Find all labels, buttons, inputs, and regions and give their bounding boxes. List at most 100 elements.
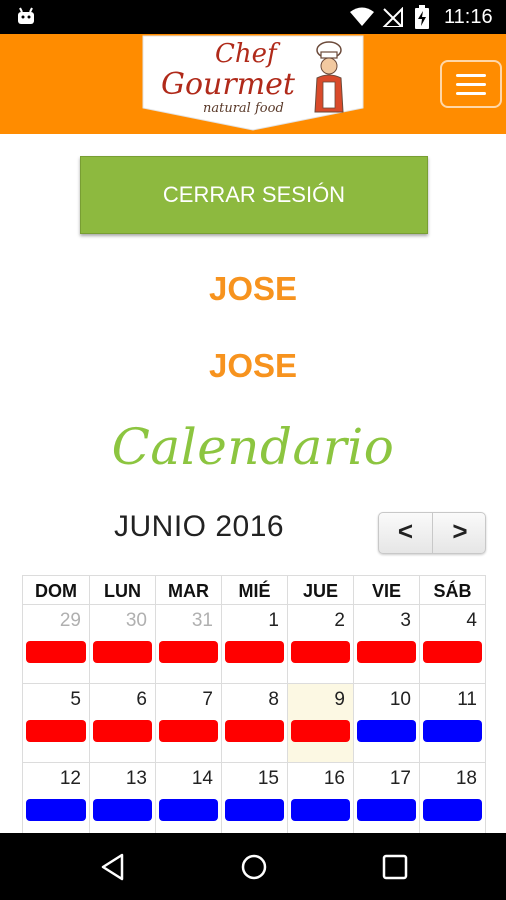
day-cell[interactable]: 2 [287, 605, 353, 684]
event-bar[interactable] [225, 641, 284, 663]
event-bar[interactable] [26, 799, 86, 821]
weekday-label: MAR [155, 575, 221, 605]
calendar-weekday-header: DOM LUN MAR MIÉ JUE VIE SÁB [22, 575, 486, 605]
event-bar[interactable] [225, 720, 284, 742]
event-bar[interactable] [225, 799, 284, 821]
user-name-secondary: JOSE [208, 347, 298, 384]
day-cell[interactable]: 29 [22, 605, 89, 684]
weekday-label: JUE [287, 575, 353, 605]
weekday-label: MIÉ [221, 575, 287, 605]
battery-charging-icon [415, 5, 429, 29]
day-number: 13 [125, 768, 147, 789]
day-number: 17 [389, 768, 411, 789]
event-bar[interactable] [291, 799, 350, 821]
event-bar[interactable] [357, 641, 416, 663]
calendar-week-row: 5 6 7 8 9 10 11 [22, 684, 486, 763]
user-name-primary: JOSE [208, 270, 298, 307]
day-number: 3 [400, 610, 411, 631]
home-icon[interactable] [240, 853, 268, 881]
status-bar: 11:16 [0, 0, 506, 34]
day-number: 2 [334, 610, 345, 631]
back-icon[interactable] [100, 853, 126, 881]
calendar-grid: DOM LUN MAR MIÉ JUE VIE SÁB 29 30 31 1 2… [22, 575, 486, 833]
status-clock: 11:16 [444, 6, 493, 28]
day-cell[interactable]: 30 [89, 605, 155, 684]
day-cell-today[interactable]: 9 [287, 684, 353, 763]
system-navigation-bar [0, 833, 506, 900]
day-cell[interactable]: 17 [353, 763, 419, 833]
day-number: 1 [268, 610, 279, 631]
logo-text-gourmet: Gourmet [161, 67, 296, 102]
chef-gourmet-logo[interactable]: Chef Gourmet natural food [139, 34, 367, 132]
android-icon [18, 7, 34, 24]
day-number: 18 [455, 768, 477, 789]
day-number: 5 [70, 689, 81, 710]
event-bar[interactable] [291, 641, 350, 663]
day-cell[interactable]: 16 [287, 763, 353, 833]
recents-icon[interactable] [382, 854, 408, 880]
event-bar[interactable] [357, 799, 416, 821]
calendar-title: Calendario [111, 418, 395, 476]
logout-button[interactable]: CERRAR SESIÓN [80, 156, 428, 234]
logo-text-natural-food: natural food [203, 101, 284, 116]
day-cell[interactable]: 8 [221, 684, 287, 763]
day-cell[interactable]: 18 [419, 763, 486, 833]
hamburger-menu-button[interactable] [440, 60, 502, 108]
weekday-label: LUN [89, 575, 155, 605]
event-bar[interactable] [93, 720, 152, 742]
day-cell[interactable]: 13 [89, 763, 155, 833]
next-month-button[interactable]: > [433, 513, 485, 553]
day-number: 9 [334, 689, 345, 710]
day-number: 7 [202, 689, 213, 710]
day-number: 10 [389, 689, 411, 710]
day-cell[interactable]: 6 [89, 684, 155, 763]
wifi-icon [350, 7, 374, 26]
day-number: 6 [136, 689, 147, 710]
event-bar[interactable] [423, 720, 482, 742]
event-bar[interactable] [423, 799, 482, 821]
event-bar[interactable] [93, 799, 152, 821]
day-number: 4 [466, 610, 477, 631]
day-cell[interactable]: 5 [22, 684, 89, 763]
signal-off-icon [382, 7, 403, 27]
logo-text-chef: Chef [215, 39, 281, 69]
weekday-label: DOM [22, 575, 89, 605]
day-number: 15 [257, 768, 279, 789]
day-number: 29 [59, 610, 81, 631]
day-cell[interactable]: 14 [155, 763, 221, 833]
event-bar[interactable] [26, 641, 86, 663]
day-cell[interactable]: 10 [353, 684, 419, 763]
day-cell[interactable]: 3 [353, 605, 419, 684]
day-number: 16 [323, 768, 345, 789]
day-cell[interactable]: 1 [221, 605, 287, 684]
day-number: 12 [59, 768, 81, 789]
calendar-week-row: 12 13 14 15 16 17 18 [22, 763, 486, 833]
calendar-week-row: 29 30 31 1 2 3 4 [22, 605, 486, 684]
day-cell[interactable]: 7 [155, 684, 221, 763]
prev-month-button[interactable]: < [379, 513, 433, 553]
day-number: 30 [125, 610, 147, 631]
day-cell[interactable]: 31 [155, 605, 221, 684]
day-cell[interactable]: 11 [419, 684, 486, 763]
chef-figure-icon [314, 41, 344, 113]
menu-icon-bar [456, 83, 486, 86]
menu-icon-bar [456, 74, 486, 77]
day-cell[interactable]: 12 [22, 763, 89, 833]
event-bar[interactable] [159, 720, 218, 742]
calendar-month-label: JUNIO 2016 [114, 510, 285, 543]
day-cell[interactable]: 4 [419, 605, 486, 684]
day-number: 11 [457, 689, 477, 710]
day-number: 8 [268, 689, 279, 710]
weekday-label: SÁB [419, 575, 486, 605]
event-bar[interactable] [159, 641, 218, 663]
event-bar[interactable] [357, 720, 416, 742]
event-bar[interactable] [93, 641, 152, 663]
event-bar[interactable] [291, 720, 350, 742]
day-number: 31 [191, 610, 213, 631]
event-bar[interactable] [26, 720, 86, 742]
month-nav-group: < > [378, 512, 486, 554]
menu-icon-bar [456, 92, 486, 95]
day-cell[interactable]: 15 [221, 763, 287, 833]
event-bar[interactable] [423, 641, 482, 663]
event-bar[interactable] [159, 799, 218, 821]
